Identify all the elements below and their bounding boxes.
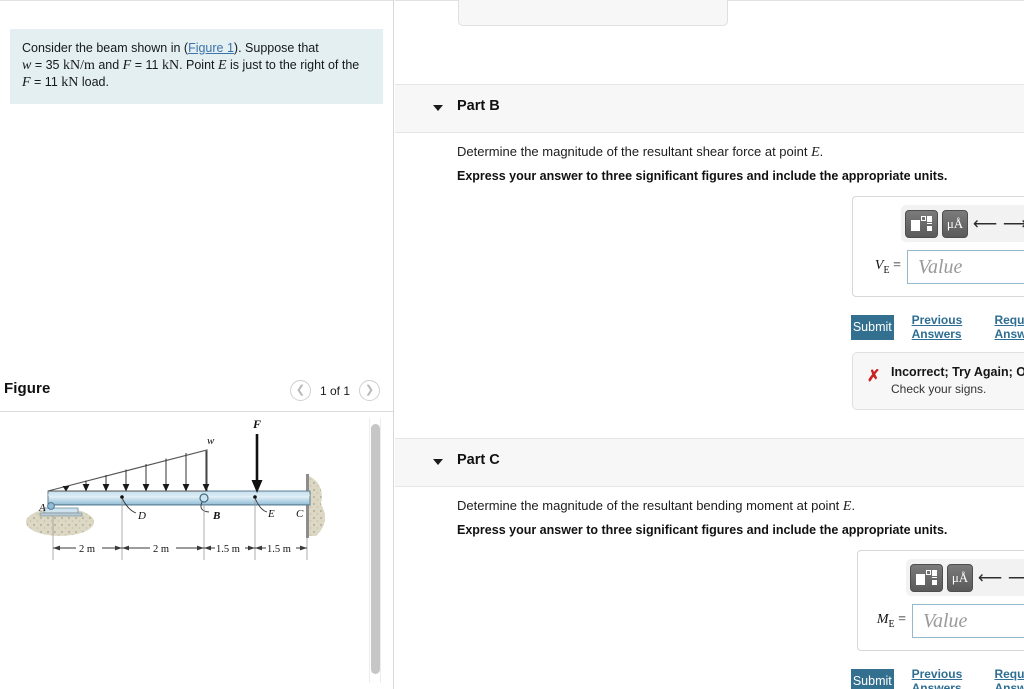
part-c-prompt-post: . <box>851 498 856 513</box>
part-b-prompt: Determine the magnitude of the resultant… <box>457 144 823 161</box>
part-c-title: Part C <box>457 452 500 468</box>
svg-text:F: F <box>252 418 261 431</box>
redo-arrow-icon[interactable]: ⟶ <box>1002 211 1024 237</box>
undo-arrow-icon[interactable]: ⟵ <box>972 211 998 237</box>
F-symbol-2: F <box>22 75 31 90</box>
caret-down-icon[interactable] <box>433 459 443 465</box>
w-symbol: w <box>22 58 32 73</box>
part-b-prompt-pre: Determine the magnitude of the resultant… <box>457 144 812 159</box>
chevron-right-icon[interactable]: ❯ <box>359 380 380 401</box>
figure-panel: w F D B E A C 2 m 2 m 1.5 m 1.5 m <box>0 412 393 689</box>
figure-1-link[interactable]: Figure 1 <box>188 41 234 55</box>
E-symbol: E <box>217 58 227 73</box>
undo-arrow-icon[interactable]: ⟵ <box>977 565 1003 591</box>
part-c-math-toolbar: μÅ ⟵ ⟶ ↻ ? <box>906 559 1024 596</box>
part-b-request-answer-link[interactable]: Request Answer <box>994 313 1024 341</box>
part-b-answer-row: VE = Value Units <box>853 247 1024 287</box>
units-button-label: μÅ <box>951 570 969 585</box>
tail-text: is just to the right of the <box>226 58 360 72</box>
F-equals-2: = 11 <box>30 75 62 89</box>
svg-text:2 m: 2 m <box>79 544 95 555</box>
problem-statement: Consider the beam shown in (Figure 1). S… <box>10 29 383 104</box>
part-c-submit-button[interactable]: Submit <box>851 668 894 689</box>
part-c-submit-row: Submit Previous Answers Request Answer <box>851 667 1024 689</box>
part-b-title: Part B <box>457 98 500 114</box>
part-c-value-input[interactable]: Value <box>912 604 1024 638</box>
x-mark-icon: ✗ <box>867 368 881 385</box>
part-a-feedback-cutoff: ✓ Correct <box>458 0 728 26</box>
redo-arrow-icon[interactable]: ⟶ <box>1007 565 1024 591</box>
problem-page: Consider the beam shown in (Figure 1). S… <box>0 0 1024 689</box>
part-c-var-symbol: M <box>876 612 889 628</box>
svg-text:D: D <box>137 510 146 522</box>
part-b-equals: = <box>889 258 901 274</box>
svg-text:w: w <box>207 435 215 447</box>
svg-text:E: E <box>267 508 275 520</box>
part-c-previous-answers-link[interactable]: Previous Answers <box>912 667 977 689</box>
part-b-feedback-detail: Check your signs. <box>891 382 987 396</box>
part-b-feedback-title: Incorrect; Try Again; One attempt remain… <box>891 365 1024 379</box>
svg-text:1.5 m: 1.5 m <box>216 544 240 555</box>
part-b-submit-button[interactable]: Submit <box>851 314 894 340</box>
caret-down-icon[interactable] <box>433 105 443 111</box>
F-equals: = 11 <box>131 58 162 72</box>
micro-angstrom-icon[interactable]: μÅ <box>942 209 968 238</box>
figure-title: Figure <box>4 380 51 397</box>
part-b-feedback: ✗ Incorrect; Try Again; One attempt rema… <box>852 352 1024 410</box>
figure-navigation: ❮ 1 of 1 ❯ <box>289 380 380 401</box>
math-template-icon[interactable] <box>905 209 938 238</box>
part-c-header[interactable]: Part C <box>395 438 1024 487</box>
part-b-header[interactable]: Part B <box>395 84 1024 133</box>
w-equals: = 35 <box>31 58 63 72</box>
svg-text:C: C <box>296 508 304 520</box>
part-c-request-answer-link[interactable]: Request Answer <box>994 667 1024 689</box>
part-c-answer-widget: μÅ ⟵ ⟶ ↻ ? ME = Value Units <box>857 550 1024 651</box>
part-c-answer-label: ME = <box>858 612 912 630</box>
part-b-math-toolbar: μÅ ⟵ ⟶ ↻ ? <box>901 205 1024 242</box>
figure-header: Figure ❮ 1 of 1 ❯ <box>0 378 393 412</box>
left-panel: Consider the beam shown in (Figure 1). S… <box>0 0 394 689</box>
and-text: and <box>94 58 123 72</box>
part-b-answer-label: VE = <box>853 258 907 276</box>
micro-angstrom-icon[interactable]: μÅ <box>947 563 973 592</box>
part-c-instruction: Express your answer to three significant… <box>457 523 948 537</box>
top-divider <box>0 0 393 1</box>
part-b-value-input[interactable]: Value <box>907 250 1024 284</box>
part-c-prompt-pre: Determine the magnitude of the resultant… <box>457 498 843 513</box>
svg-text:1.5 m: 1.5 m <box>267 544 291 555</box>
part-b-prompt-post: . <box>819 144 824 159</box>
part-b-prompt-symbol: E <box>811 145 820 160</box>
figure-counter: 1 of 1 <box>319 383 350 398</box>
F-units-2: kN <box>61 75 79 90</box>
svg-text:A: A <box>38 502 46 514</box>
end-text: load. <box>78 75 109 89</box>
w-units: kN/m <box>62 58 95 73</box>
part-b-previous-answers-link[interactable]: Previous Answers <box>912 313 977 341</box>
beam-diagram: w F D B E A C 2 m 2 m 1.5 m 1.5 m <box>4 417 354 658</box>
point-text: . Point <box>179 58 218 72</box>
math-template-icon[interactable] <box>910 563 943 592</box>
part-b-submit-row: Submit Previous Answers Request Answer <box>851 313 1024 341</box>
problem-text-part1: Consider the beam shown in ( <box>22 41 189 55</box>
chevron-left-icon[interactable]: ❮ <box>289 380 311 401</box>
part-c-equals: = <box>894 612 906 628</box>
part-c-prompt: Determine the magnitude of the resultant… <box>457 498 855 515</box>
F-units: kN <box>161 58 180 73</box>
figure-scrollbar-thumb[interactable] <box>371 424 380 674</box>
units-button-label: μÅ <box>946 216 964 231</box>
svg-text:2 m: 2 m <box>153 544 169 555</box>
F-symbol: F <box>122 58 132 73</box>
part-b-instruction: Express your answer to three significant… <box>457 169 948 183</box>
part-b-answer-widget: μÅ ⟵ ⟶ ↻ ? VE = Value Units <box>852 196 1024 297</box>
problem-text-part2: ). Suppose that <box>233 41 319 55</box>
svg-text:B: B <box>212 510 220 522</box>
right-panel: ✓ Correct Part B Determine the magnitude… <box>395 0 1024 689</box>
part-c-answer-row: ME = Value Units <box>858 601 1024 641</box>
